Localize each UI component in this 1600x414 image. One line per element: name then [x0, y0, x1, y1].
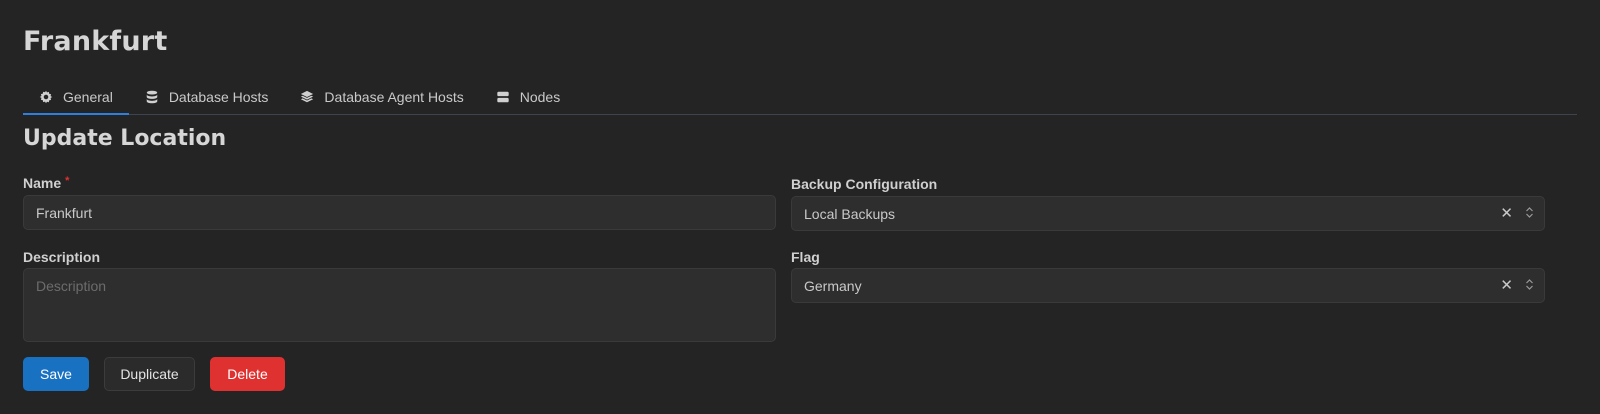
form-heading: Update Location — [23, 126, 227, 151]
gear-icon — [39, 90, 53, 104]
flag-value: Germany — [804, 277, 862, 294]
tab-database-agent-hosts[interactable]: Database Agent Hosts — [284, 80, 479, 114]
layers-icon — [300, 90, 314, 104]
delete-button[interactable]: Delete — [210, 357, 285, 391]
page: Frankfurt General Database Hosts Databas… — [0, 0, 1600, 414]
page-title: Frankfurt — [23, 26, 168, 57]
tab-bar: General Database Hosts Database Agent Ho… — [23, 80, 1577, 115]
tab-database-hosts[interactable]: Database Hosts — [129, 80, 285, 114]
database-icon — [145, 90, 159, 104]
name-label: Name * — [23, 175, 69, 191]
flag-select[interactable]: Germany ✕ — [791, 268, 1545, 303]
description-label: Description — [23, 249, 101, 265]
backup-configuration-label: Backup Configuration — [791, 176, 938, 192]
save-button[interactable]: Save — [23, 357, 89, 391]
tab-label: Nodes — [519, 89, 561, 105]
tab-nodes[interactable]: Nodes — [480, 80, 576, 114]
description-textarea[interactable]: Description — [23, 268, 776, 342]
duplicate-button[interactable]: Duplicate — [104, 357, 195, 391]
chevron-up-down-icon — [1525, 206, 1534, 222]
backup-configuration-value: Local Backups — [804, 205, 896, 222]
name-input-value: Frankfurt — [36, 204, 93, 221]
select-controls: ✕ — [1500, 197, 1534, 230]
server-icon — [496, 90, 510, 104]
tab-label: General — [63, 89, 113, 105]
tab-label: Database Agent Hosts — [324, 89, 464, 105]
clear-icon[interactable]: ✕ — [1500, 206, 1513, 221]
name-input[interactable]: Frankfurt — [23, 195, 776, 230]
backup-configuration-select[interactable]: Local Backups ✕ — [791, 196, 1545, 231]
description-placeholder: Description — [36, 278, 107, 294]
clear-icon[interactable]: ✕ — [1500, 278, 1513, 293]
flag-label: Flag — [791, 249, 820, 265]
name-label-text: Name — [23, 175, 62, 191]
tab-label: Database Hosts — [168, 89, 269, 105]
required-marker: * — [65, 175, 70, 187]
select-controls: ✕ — [1500, 269, 1534, 302]
tab-general[interactable]: General — [23, 80, 129, 115]
chevron-up-down-icon — [1525, 278, 1534, 294]
